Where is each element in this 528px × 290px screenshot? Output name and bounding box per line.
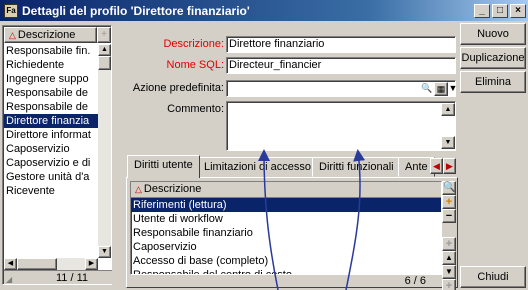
duplicate-button[interactable]: Duplicazione — [460, 47, 526, 69]
profile-list-header[interactable]: △ Descrizione — [4, 27, 97, 43]
user-rights-grid[interactable]: △ Descrizione Riferimenti (lettura) Utente… — [130, 181, 442, 275]
resize-grip-icon[interactable]: ◢ — [6, 273, 12, 287]
list-item[interactable]: Responsabile de — [4, 100, 98, 114]
description-field[interactable]: Direttore finanziario — [226, 36, 456, 53]
list-item[interactable]: Caposervizio e di — [4, 156, 98, 170]
minimize-button[interactable]: _ — [474, 3, 490, 18]
profile-list-count: 11 / 11 — [55, 272, 88, 284]
scroll-up-icon[interactable]: ▲ — [98, 44, 111, 56]
grid-add-disabled-icon: + — [442, 237, 456, 251]
title-bar: Fa Dettagli del profilo 'Direttore finan… — [0, 0, 528, 21]
list-add-column-button[interactable]: + — [97, 27, 111, 43]
close-button[interactable]: Chiudi — [460, 266, 526, 288]
description-label: Descrizione: — [163, 38, 224, 50]
scroll-right-icon[interactable]: ▶ — [85, 258, 98, 270]
search-icon[interactable]: 🔍 — [420, 82, 434, 96]
app-icon: Fa — [4, 3, 18, 18]
scroll-left-icon[interactable]: ◀ — [4, 258, 17, 270]
user-rights-grid-footer: 6 / 6 — [130, 275, 456, 287]
profile-list-horizontal-scrollbar[interactable]: ◀ ▶ — [4, 258, 98, 270]
sort-ascending-icon: △ — [9, 30, 16, 40]
profile-list[interactable]: △ Descrizione + Responsabile fin. Richiede… — [2, 25, 112, 285]
table-row[interactable]: Riferimenti (lettura) — [131, 198, 441, 212]
close-window-button[interactable]: × — [510, 3, 526, 18]
new-button[interactable]: Nuovo — [460, 23, 526, 45]
comment-scroll-up-icon[interactable]: ▲ — [441, 103, 455, 116]
list-item[interactable]: Responsabile fin. — [4, 44, 98, 58]
user-rights-grid-header[interactable]: △ Descrizione — [131, 182, 441, 198]
table-row[interactable]: Caposervizio — [131, 240, 441, 254]
table-row[interactable]: Responsabile del centro di costo — [131, 268, 441, 274]
list-item[interactable]: Caposervizio — [4, 142, 98, 156]
grid-move-up-icon[interactable]: ▲ — [442, 251, 456, 265]
scroll-down-icon[interactable]: ▼ — [98, 246, 111, 258]
tab-functional-rights[interactable]: Diritti funzionali — [312, 157, 401, 177]
scroll-thumb[interactable] — [98, 56, 111, 70]
table-row[interactable]: Accesso di base (completo) — [131, 254, 441, 268]
sql-name-field[interactable]: Directeur_financier — [226, 57, 456, 74]
comment-field[interactable] — [226, 101, 456, 151]
tab-scroll-right-icon[interactable]: ▶ — [443, 158, 456, 174]
list-item[interactable]: Ricevente — [4, 184, 98, 198]
default-action-label: Azione predefinita: — [132, 82, 224, 94]
user-rights-count: 6 / 6 — [404, 275, 426, 287]
profile-list-footer: ◢ 11 / 11 — [4, 270, 112, 284]
profile-details-window: △ Descrizione + Responsabile fin. Richiede… — [0, 21, 528, 290]
table-row[interactable]: Utente di workflow — [131, 212, 441, 226]
user-rights-rows: Riferimenti (lettura) Utente di workflow R… — [131, 198, 441, 274]
table-row[interactable]: Responsabile finanziario — [131, 226, 441, 240]
grid-add-icon[interactable]: + — [442, 195, 456, 209]
profile-list-items: Responsabile fin. Richiedente Ingegnere su… — [4, 44, 98, 258]
list-item[interactable]: Richiedente — [4, 58, 98, 72]
delete-button[interactable]: Elimina — [460, 71, 526, 93]
grid-remove-icon[interactable]: − — [442, 209, 456, 223]
tab-scroll-arrows: ◀ ▶ — [430, 158, 456, 174]
list-item[interactable]: Responsabile de — [4, 86, 98, 100]
grid-search-icon[interactable]: 🔍 — [442, 181, 456, 195]
sort-ascending-icon: △ — [135, 184, 142, 194]
tab-access-restrictions[interactable]: Limitazioni di accesso — [197, 157, 318, 177]
profile-list-header-label: Descrizione — [17, 29, 76, 41]
chevron-down-icon[interactable]: ▼ — [446, 82, 460, 96]
maximize-button[interactable]: □ — [492, 3, 508, 18]
list-item[interactable]: Direttore informat — [4, 128, 98, 142]
comment-label: Commento: — [167, 103, 224, 115]
tab-scroll-left-icon[interactable]: ◀ — [430, 158, 443, 174]
comment-scroll-down-icon[interactable]: ▼ — [441, 136, 455, 149]
hscroll-thumb[interactable] — [17, 258, 57, 270]
profile-list-vertical-scrollbar[interactable]: ▲ ▼ — [98, 44, 111, 258]
sql-name-label: Nome SQL: — [166, 59, 224, 71]
grid-side-buttons: 🔍 + − + ▲ ▼ + — [442, 181, 456, 290]
list-item[interactable]: Ingegnere suppo — [4, 72, 98, 86]
list-item[interactable]: Gestore unità d'a — [4, 170, 98, 184]
window-controls: _ □ × — [474, 3, 526, 18]
user-rights-grid-header-label: Descrizione — [143, 183, 202, 195]
window-title: Dettagli del profilo 'Direttore finanzia… — [22, 3, 250, 18]
list-item[interactable]: Direttore finanzia — [4, 114, 98, 128]
tab-user-rights[interactable]: Diritti utente — [127, 155, 200, 178]
